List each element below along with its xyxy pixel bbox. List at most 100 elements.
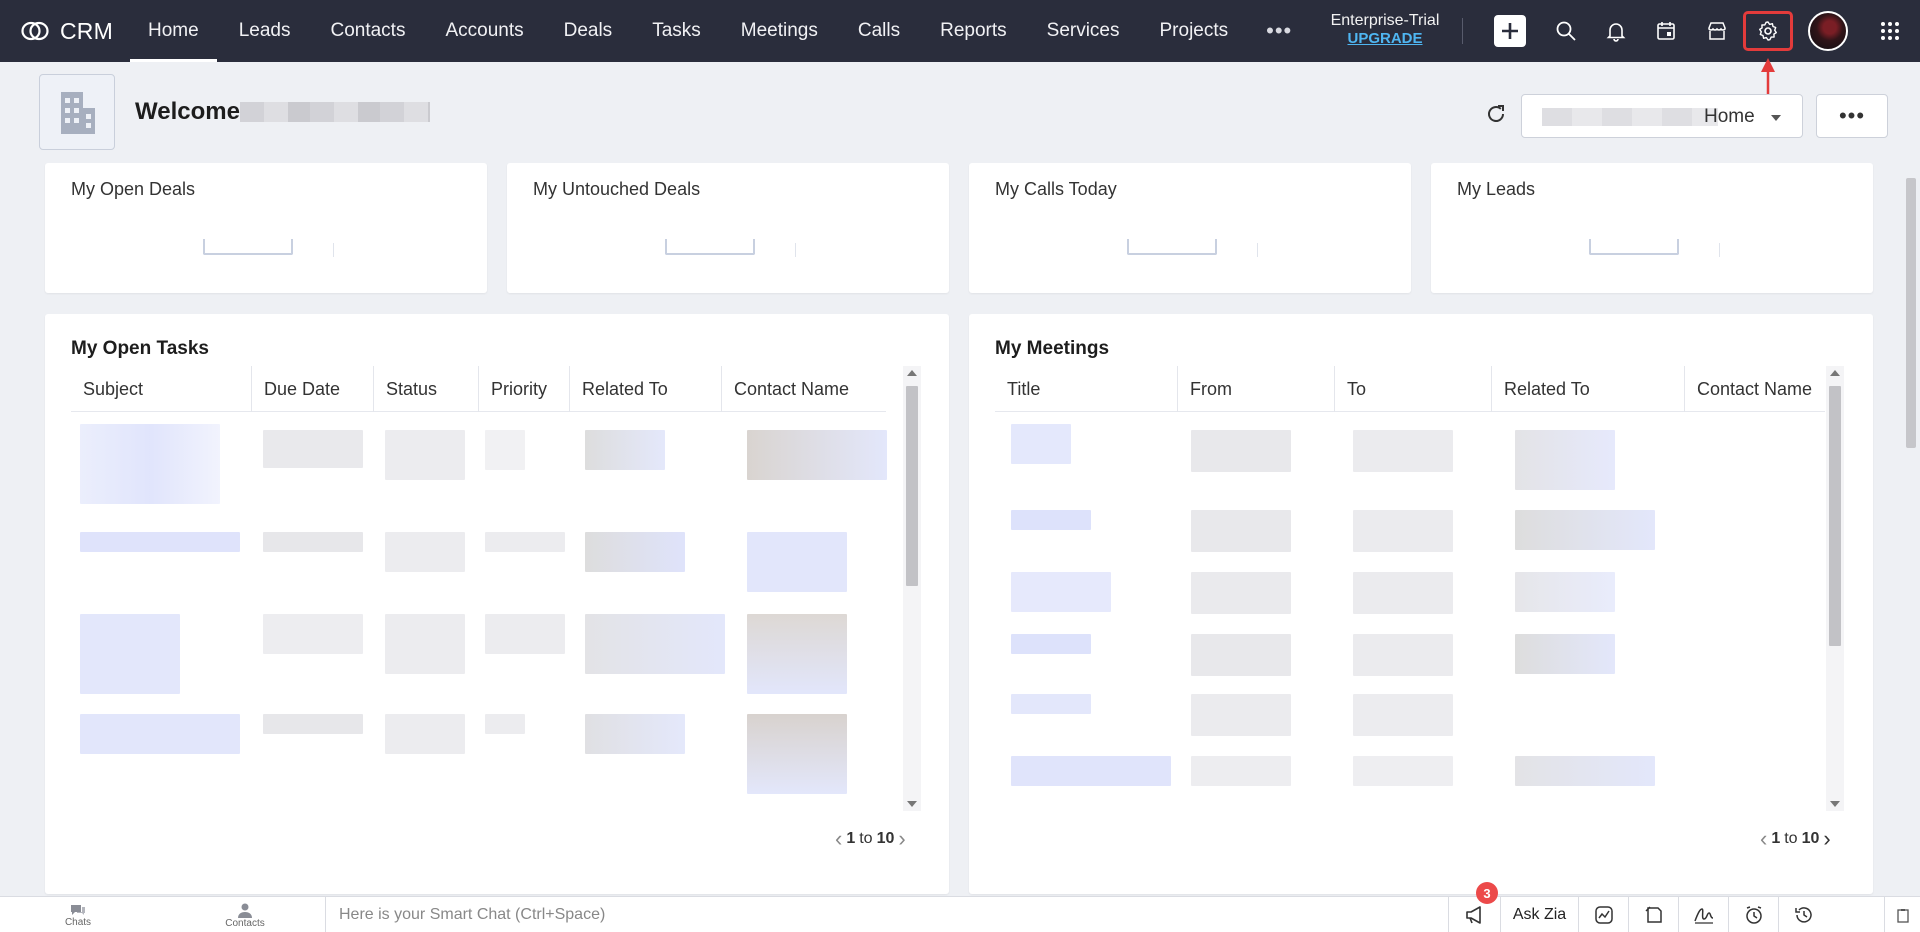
table-row[interactable] [1011,694,1091,714]
column-header-subject[interactable]: Subject [71,366,252,412]
chevron-left-icon[interactable]: ‹ [835,828,842,850]
nav-item-deals[interactable]: Deals [544,0,633,62]
upgrade-link[interactable]: UPGRADE [1320,30,1450,48]
scrollbar-thumb[interactable] [906,386,918,586]
nav-item-home[interactable]: Home [128,0,219,62]
column-header-related-to[interactable]: Related To [1492,366,1685,412]
stat-card-my-leads[interactable]: My Leads [1431,163,1873,293]
nav-item-projects[interactable]: Projects [1140,0,1249,62]
marketplace-button[interactable] [1701,15,1733,47]
page-to: 10 [876,830,895,847]
page-to: 10 [1801,830,1820,847]
page-from: 1 [846,830,856,847]
column-header-contact-name[interactable]: Contact Name [1685,366,1825,412]
search-icon [1556,21,1576,41]
apps-grid-button[interactable] [1874,15,1906,47]
notifications-button[interactable] [1600,15,1632,47]
calendar-button[interactable] [1650,15,1682,47]
column-header-related-to[interactable]: Related To [570,366,722,412]
nav-more-button[interactable]: ••• [1248,0,1310,62]
refresh-icon[interactable] [1484,102,1508,126]
table-cell-redacted [1353,510,1453,552]
organization-logo[interactable] [39,74,115,150]
signature-button[interactable] [1678,897,1728,932]
more-options-button[interactable]: ••• [1816,94,1888,138]
contacts-button[interactable]: Contacts [222,897,268,932]
alarm-clock-icon [1745,906,1762,924]
chevron-right-icon[interactable]: › [1823,828,1830,850]
table-row[interactable] [1011,572,1111,612]
scroll-up-icon[interactable] [907,370,917,376]
crm-logo[interactable]: CRM [0,0,128,62]
column-header-priority[interactable]: Priority [479,366,570,412]
table-cell-redacted [1191,430,1291,472]
table-row[interactable] [80,532,240,552]
stat-card-title: My Calls Today [995,179,1117,199]
page-scrollbar[interactable] [1900,160,1920,896]
home-view-select[interactable]: Home [1521,94,1803,138]
column-header-due-date[interactable]: Due Date [252,366,374,412]
notes-button[interactable] [1628,897,1678,932]
table-row[interactable] [1011,424,1071,464]
table-row[interactable] [1011,510,1091,530]
search-button[interactable] [1550,15,1582,47]
bottom-bar: Chats Contacts Here is your Smart Chat (… [0,896,1920,932]
main-nav: Home Leads Contacts Accounts Deals Tasks… [128,0,1310,62]
nav-item-contacts[interactable]: Contacts [310,0,425,62]
table-cell-redacted [747,614,847,694]
scrollbar-thumb[interactable] [1829,386,1841,646]
chevron-right-icon[interactable]: › [898,828,905,850]
table-cell-redacted [585,714,685,754]
stat-card-open-deals[interactable]: My Open Deals [45,163,487,293]
scroll-down-icon[interactable] [1830,801,1840,807]
marketplace-icon [1708,22,1726,40]
table-row[interactable] [80,714,240,754]
stat-card-calls-today[interactable]: My Calls Today [969,163,1411,293]
column-header-from[interactable]: From [1178,366,1335,412]
scroll-down-icon[interactable] [907,801,917,807]
table-cell-redacted [1353,694,1453,736]
avatar[interactable] [1808,11,1848,51]
nav-item-reports[interactable]: Reports [920,0,1027,62]
chats-button[interactable]: Chats [60,897,96,932]
column-header-contact-name[interactable]: Contact Name [722,366,886,412]
bell-icon [1606,23,1626,42]
table-row[interactable] [1011,634,1091,654]
stat-card-title: My Untouched Deals [533,179,701,199]
scrollbar-thumb[interactable] [1906,178,1916,448]
loading-placeholder [1719,243,1720,257]
stat-card-title: My Open Deals [71,179,196,199]
alarm-button[interactable] [1728,897,1778,932]
table-cell-redacted [485,614,565,654]
table-cell-redacted [263,532,363,552]
more-tools-button[interactable] [1884,897,1920,932]
analytics-button[interactable] [1578,897,1628,932]
nav-item-leads[interactable]: Leads [219,0,311,62]
nav-item-services[interactable]: Services [1027,0,1140,62]
ask-zia-button[interactable]: Ask Zia [1500,897,1578,932]
stat-card-untouched-deals[interactable]: My Untouched Deals [507,163,949,293]
create-button[interactable] [1494,15,1526,47]
nav-item-accounts[interactable]: Accounts [425,0,543,62]
table-scrollbar[interactable] [1826,366,1844,811]
table-cell-redacted [1515,634,1615,674]
chevron-left-icon[interactable]: ‹ [1760,828,1767,850]
scroll-up-icon[interactable] [1830,370,1840,376]
selector-redacted [1542,108,1718,126]
table-cell-redacted [1191,572,1291,614]
table-row[interactable] [80,424,220,504]
table-cell-redacted [1353,572,1453,614]
table-row[interactable] [1011,756,1171,786]
top-navigation-bar: CRM Home Leads Contacts Accounts Deals T… [0,0,1920,62]
nav-item-meetings[interactable]: Meetings [721,0,838,62]
column-header-title[interactable]: Title [995,366,1178,412]
table-scrollbar[interactable] [903,366,921,811]
smart-chat-input[interactable]: Here is your Smart Chat (Ctrl+Space) [325,897,1440,932]
nav-item-calls[interactable]: Calls [838,0,920,62]
history-button[interactable] [1778,897,1828,932]
nav-item-tasks[interactable]: Tasks [632,0,721,62]
column-header-status[interactable]: Status [374,366,479,412]
megaphone-icon [1465,906,1481,924]
table-row[interactable] [80,614,180,694]
column-header-to[interactable]: To [1335,366,1492,412]
